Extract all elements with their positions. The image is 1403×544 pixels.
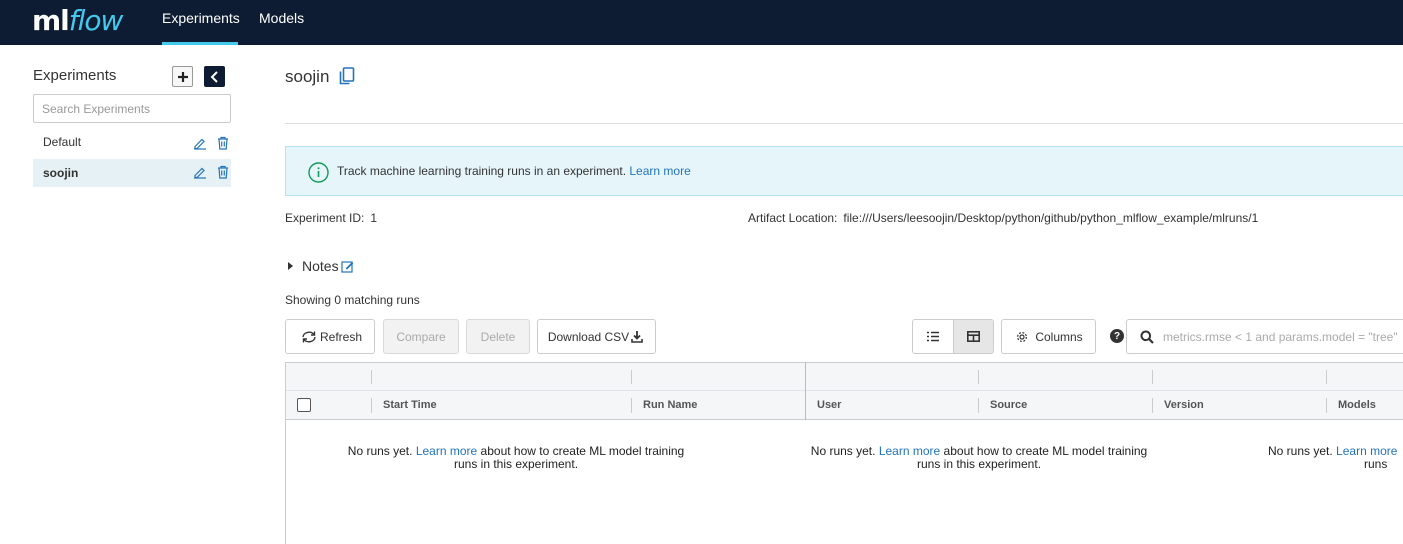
edit-notes-icon[interactable] [340, 260, 354, 273]
column-separator [631, 370, 632, 384]
empty-prefix: No runs yet. [347, 444, 413, 458]
top-nav: ml flow Experiments Models [0, 0, 1403, 45]
column-separator [371, 398, 372, 413]
info-text: Track machine learning training runs in … [337, 164, 691, 178]
group-separator [805, 363, 806, 420]
search-runs-box [1126, 319, 1403, 354]
table-header-row [286, 391, 1403, 420]
download-icon [631, 331, 643, 343]
trash-icon[interactable] [216, 165, 230, 179]
list-icon [926, 331, 939, 342]
column-header-run-name[interactable]: Run Name [643, 399, 697, 411]
edit-icon[interactable] [193, 165, 207, 179]
column-separator [371, 370, 372, 384]
sidebar-title: Experiments [33, 67, 117, 84]
sidebar-item-label: soojin [43, 166, 79, 180]
column-separator [1152, 398, 1153, 413]
refresh-label: Refresh [319, 329, 363, 344]
table-icon [966, 331, 980, 342]
plus-icon [177, 71, 188, 82]
nav-tab-experiments-label: Experiments [162, 10, 240, 26]
info-icon [308, 162, 329, 183]
download-csv-button[interactable]: Download CSV [537, 319, 656, 354]
empty-prefix: No runs yet. [1268, 444, 1333, 458]
chevron-left-icon [210, 70, 218, 83]
empty-runs-message: No runs yet. Learn more runs [1268, 445, 1403, 471]
columns-button[interactable]: Columns [1001, 319, 1096, 354]
column-separator [631, 398, 632, 413]
empty-learn-more-link[interactable]: Learn more [879, 444, 940, 458]
gear-icon [1017, 331, 1028, 342]
trash-icon[interactable] [216, 136, 230, 150]
nav-tab-models[interactable]: Models [259, 0, 304, 45]
nav-tab-models-label: Models [259, 10, 305, 26]
compare-label: Compare [396, 329, 446, 344]
column-separator [1326, 370, 1327, 384]
notes-toggle[interactable]: Notes [285, 258, 354, 274]
column-header-version[interactable]: Version [1164, 399, 1204, 411]
empty-learn-more-link[interactable]: Learn more [416, 444, 477, 458]
copy-icon[interactable] [339, 67, 355, 85]
empty-line2: runs in this experiment. [916, 457, 1042, 471]
column-header-source[interactable]: Source [990, 399, 1027, 411]
search-experiments-input[interactable] [33, 94, 231, 123]
column-header-start-time[interactable]: Start Time [383, 399, 437, 411]
artifact-location: Artifact Location: file:///Users/leesooji… [748, 211, 1258, 225]
logo-flow: flow [68, 4, 124, 37]
mlflow-logo[interactable]: ml flow [32, 3, 124, 39]
column-separator [1326, 398, 1327, 413]
column-header-models[interactable]: Models [1338, 399, 1376, 411]
caret-right-icon [288, 262, 293, 270]
delete-button[interactable]: Delete [466, 319, 530, 354]
grid-view-button[interactable] [952, 320, 993, 353]
empty-prefix: No runs yet. [810, 444, 876, 458]
help-icon[interactable]: ? [1110, 329, 1124, 343]
column-header-user[interactable]: User [817, 399, 841, 411]
list-view-button[interactable] [913, 320, 953, 353]
header-divider [285, 123, 1403, 124]
experiment-id-value: 1 [370, 211, 378, 225]
run-count-text: Showing 0 matching runs [285, 293, 420, 307]
info-learn-more-link[interactable]: Learn more [629, 164, 690, 178]
experiment-id-label: Experiment ID: [285, 211, 365, 225]
collapse-sidebar-button[interactable] [204, 66, 225, 87]
refresh-button[interactable]: Refresh [285, 319, 375, 354]
search-runs-input[interactable] [1163, 320, 1403, 353]
column-separator [1152, 370, 1153, 384]
experiment-title: soojin [285, 67, 330, 86]
column-separator [978, 398, 979, 413]
info-banner: Track machine learning training runs in … [285, 146, 1403, 196]
runs-table: Start Time Run Name User Source Version … [285, 362, 1403, 544]
select-all-checkbox[interactable] [297, 398, 311, 412]
download-csv-label: Download CSV [547, 329, 630, 344]
empty-line2: runs in this experiment. [453, 457, 579, 471]
experiment-id: Experiment ID: 1 [285, 211, 377, 225]
edit-icon[interactable] [193, 136, 207, 150]
empty-line2: runs [1364, 457, 1388, 471]
notes-label: Notes [302, 258, 339, 274]
add-experiment-button[interactable] [172, 66, 193, 87]
info-message: Track machine learning training runs in … [337, 164, 627, 178]
artifact-location-value: file:///Users/leesoojin/Desktop/python/g… [843, 211, 1259, 225]
empty-runs-message: No runs yet. Learn more about how to cre… [326, 445, 706, 471]
artifact-location-label: Artifact Location: [748, 211, 838, 225]
nav-tab-experiments[interactable]: Experiments [162, 0, 240, 45]
delete-label: Delete [480, 329, 516, 344]
table-group-header-row [286, 363, 1403, 391]
compare-button[interactable]: Compare [383, 319, 459, 354]
view-toggle [912, 319, 994, 354]
logo-ml: ml [32, 4, 70, 37]
refresh-icon [302, 331, 316, 342]
empty-runs-message: No runs yet. Learn more about how to cre… [789, 445, 1169, 471]
empty-learn-more-link[interactable]: Learn more [1336, 444, 1397, 458]
empty-suffix: about how to create ML model training [943, 444, 1148, 458]
search-icon [1140, 330, 1154, 344]
empty-suffix: about how to create ML model training [480, 444, 685, 458]
sidebar-item-label: Default [43, 135, 82, 149]
column-separator [978, 370, 979, 384]
columns-label: Columns [1035, 329, 1083, 344]
